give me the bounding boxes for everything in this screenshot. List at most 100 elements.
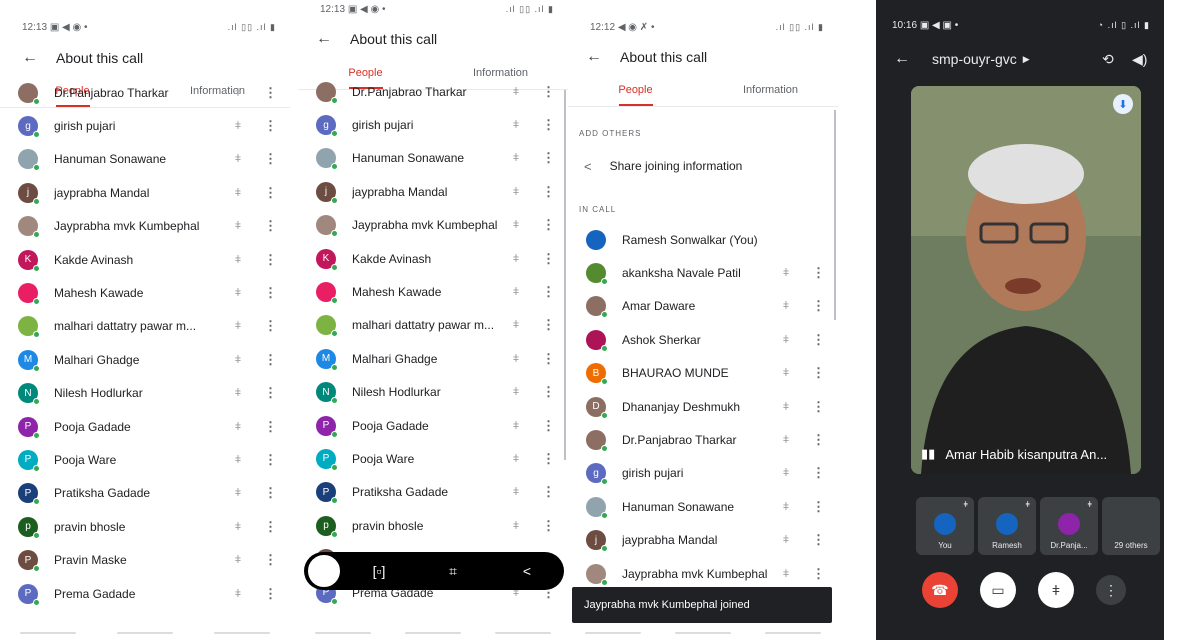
participant-row[interactable]: Amar Daware ǂ ⋮ [568, 290, 838, 323]
participant-row[interactable]: K Kakde Avinash ǂ ⋮ [298, 242, 568, 275]
main-video[interactable]: ⬇ ▮▮ Amar Habib kisanputra An... [911, 86, 1141, 474]
participant-row[interactable]: Hanuman Sonawane ǂ ⋮ [298, 142, 568, 175]
participant-row[interactable]: Ashok Sherkar ǂ ⋮ [568, 323, 838, 356]
meeting-code[interactable]: smp-ouyr-gvc [932, 51, 1017, 67]
more-options-icon[interactable]: ⋮ [542, 384, 555, 400]
end-call-button[interactable]: ☎ [922, 572, 958, 608]
camera-off-button[interactable]: ▭ [980, 572, 1016, 608]
more-options-icon[interactable]: ⋮ [812, 499, 825, 515]
participant-row[interactable]: Jayprabha mvk Kumbephal ǂ ⋮ [568, 557, 838, 590]
participant-tile[interactable]: ǂ Dr.Panja... [1040, 497, 1098, 555]
participant-row[interactable]: P Pratiksha Gadade ǂ ⋮ [0, 477, 290, 510]
speaker-icon[interactable]: ◀) [1132, 51, 1147, 68]
more-options-icon[interactable]: ⋮ [542, 217, 555, 233]
participant-row[interactable]: j jayprabha Mandal ǂ ⋮ [568, 524, 838, 557]
more-options-icon[interactable]: ⋮ [812, 566, 825, 582]
participant-row[interactable]: Hanuman Sonawane ǂ ⋮ [0, 143, 290, 176]
participant-row[interactable]: P Pratiksha Gadade ǂ ⋮ [298, 476, 568, 509]
participant-row[interactable]: Dr.Panjabrao Tharkar ǂ ⋮ [0, 76, 290, 109]
participant-row[interactable]: g girish pujari ǂ ⋮ [0, 109, 290, 142]
participant-row[interactable]: M Malhari Ghadge ǂ ⋮ [0, 343, 290, 376]
more-options-icon[interactable]: ⋮ [542, 184, 555, 200]
participant-tile[interactable]: ǂ Ramesh [978, 497, 1036, 555]
more-options-icon[interactable]: ⋮ [542, 117, 555, 133]
pin-icon[interactable]: ⬇ [1113, 94, 1133, 114]
more-options-icon[interactable]: ⋮ [812, 298, 825, 314]
tab-people[interactable]: People [568, 73, 703, 106]
participant-row[interactable]: Dr.Panjabrao Tharkar ǂ ⋮ [568, 423, 838, 456]
participant-row[interactable]: B BHAURAO MUNDE ǂ ⋮ [568, 357, 838, 390]
chevron-right-icon[interactable]: ▶ [1023, 54, 1030, 65]
participant-row[interactable]: K Kakde Avinash ǂ ⋮ [0, 243, 290, 276]
tab-information[interactable]: Information [703, 73, 838, 106]
participant-row[interactable]: akanksha Navale Patil ǂ ⋮ [568, 256, 838, 289]
more-options-icon[interactable]: ⋮ [812, 465, 825, 481]
participant-row[interactable]: Mahesh Kawade ǂ ⋮ [298, 275, 568, 308]
participant-row[interactable]: g girish pujari ǂ ⋮ [298, 108, 568, 141]
more-options-icon[interactable]: ⋮ [264, 385, 277, 401]
more-options-icon[interactable]: ⋮ [264, 485, 277, 501]
more-options-icon[interactable]: ⋮ [812, 365, 825, 381]
participant-row[interactable]: P Prema Gadade ǂ ⋮ [0, 577, 290, 608]
participant-tile[interactable]: ǂ You [916, 497, 974, 555]
switch-camera-icon[interactable]: ⟲ [1102, 51, 1114, 68]
back-arrow-icon[interactable]: ← [894, 50, 910, 68]
participant-row[interactable]: N Nilesh Hodlurkar ǂ ⋮ [298, 376, 568, 409]
participant-row[interactable]: p pravin bhosle ǂ ⋮ [0, 510, 290, 543]
more-options-icon[interactable]: ⋮ [542, 418, 555, 434]
participant-tile[interactable]: 29 others [1102, 497, 1160, 555]
back-arrow-icon[interactable]: ← [22, 49, 42, 67]
participant-row[interactable]: Mahesh Kawade ǂ ⋮ [0, 276, 290, 309]
more-options-icon[interactable]: ⋮ [264, 519, 277, 535]
more-options-icon[interactable]: ⋮ [542, 518, 555, 534]
participant-row[interactable]: Jayprabha mvk Kumbephal ǂ ⋮ [298, 209, 568, 242]
more-options-icon[interactable]: ⋮ [264, 552, 277, 568]
more-options-icon[interactable]: ⋮ [264, 252, 277, 268]
participant-row[interactable]: P Pooja Ware ǂ ⋮ [298, 442, 568, 475]
more-options-icon[interactable]: ⋮ [264, 318, 277, 334]
participant-row[interactable]: j jayprabha Mandal ǂ ⋮ [0, 176, 290, 209]
more-options-icon[interactable]: ⋮ [264, 118, 277, 134]
scrollbar[interactable] [834, 110, 836, 320]
more-options-icon[interactable]: ⋮ [542, 484, 555, 500]
more-options-icon[interactable]: ⋮ [542, 284, 555, 300]
more-options-icon[interactable]: ⋮ [542, 251, 555, 267]
more-options-icon[interactable]: ⋮ [542, 351, 555, 367]
more-options-icon[interactable]: ⋮ [264, 218, 277, 234]
more-options-icon[interactable]: ⋮ [264, 85, 277, 101]
more-options-button[interactable]: ⋮ [1096, 575, 1126, 605]
participant-row[interactable]: Dr.Panjabrao Tharkar ǂ ⋮ [298, 75, 568, 108]
participant-row[interactable]: P Pooja Ware ǂ ⋮ [0, 443, 290, 476]
more-options-icon[interactable]: ⋮ [264, 352, 277, 368]
crop-icon[interactable]: ⌗ [416, 563, 490, 580]
back-arrow-icon[interactable]: ← [316, 30, 336, 48]
participant-row[interactable]: N Nilesh Hodlurkar ǂ ⋮ [0, 377, 290, 410]
more-options-icon[interactable]: ⋮ [264, 452, 277, 468]
participant-row[interactable]: malhari dattatry pawar m... ǂ ⋮ [0, 310, 290, 343]
more-options-icon[interactable]: ⋮ [812, 332, 825, 348]
share-icon[interactable]: < [490, 563, 564, 579]
more-options-icon[interactable]: ⋮ [264, 586, 277, 602]
participant-row[interactable]: g girish pujari ǂ ⋮ [568, 457, 838, 490]
participant-row[interactable]: D Dhananjay Deshmukh ǂ ⋮ [568, 390, 838, 423]
more-options-icon[interactable]: ⋮ [812, 399, 825, 415]
more-options-icon[interactable]: ⋮ [264, 285, 277, 301]
participant-row[interactable]: malhari dattatry pawar m... ǂ ⋮ [298, 309, 568, 342]
more-options-icon[interactable]: ⋮ [542, 317, 555, 333]
more-options-icon[interactable]: ⋮ [542, 150, 555, 166]
more-options-icon[interactable]: ⋮ [542, 84, 555, 100]
participant-row[interactable]: Hanuman Sonawane ǂ ⋮ [568, 490, 838, 523]
participant-row[interactable]: Ramesh Sonwalkar (You) [568, 223, 838, 256]
participant-row[interactable]: j jayprabha Mandal ǂ ⋮ [298, 175, 568, 208]
share-joining-info[interactable]: < Share joining information [568, 151, 838, 181]
more-options-icon[interactable]: ⋮ [264, 185, 277, 201]
back-arrow-icon[interactable]: ← [586, 48, 606, 66]
more-options-icon[interactable]: ⋮ [812, 432, 825, 448]
mic-off-button[interactable]: ǂ [1038, 572, 1074, 608]
screenshot-thumbnail[interactable] [306, 553, 342, 589]
participant-row[interactable]: M Malhari Ghadge ǂ ⋮ [298, 342, 568, 375]
more-options-icon[interactable]: ⋮ [812, 265, 825, 281]
more-options-icon[interactable]: ⋮ [542, 451, 555, 467]
scrollbar[interactable] [564, 90, 566, 460]
participant-row[interactable]: P Pravin Maske ǂ ⋮ [0, 543, 290, 576]
